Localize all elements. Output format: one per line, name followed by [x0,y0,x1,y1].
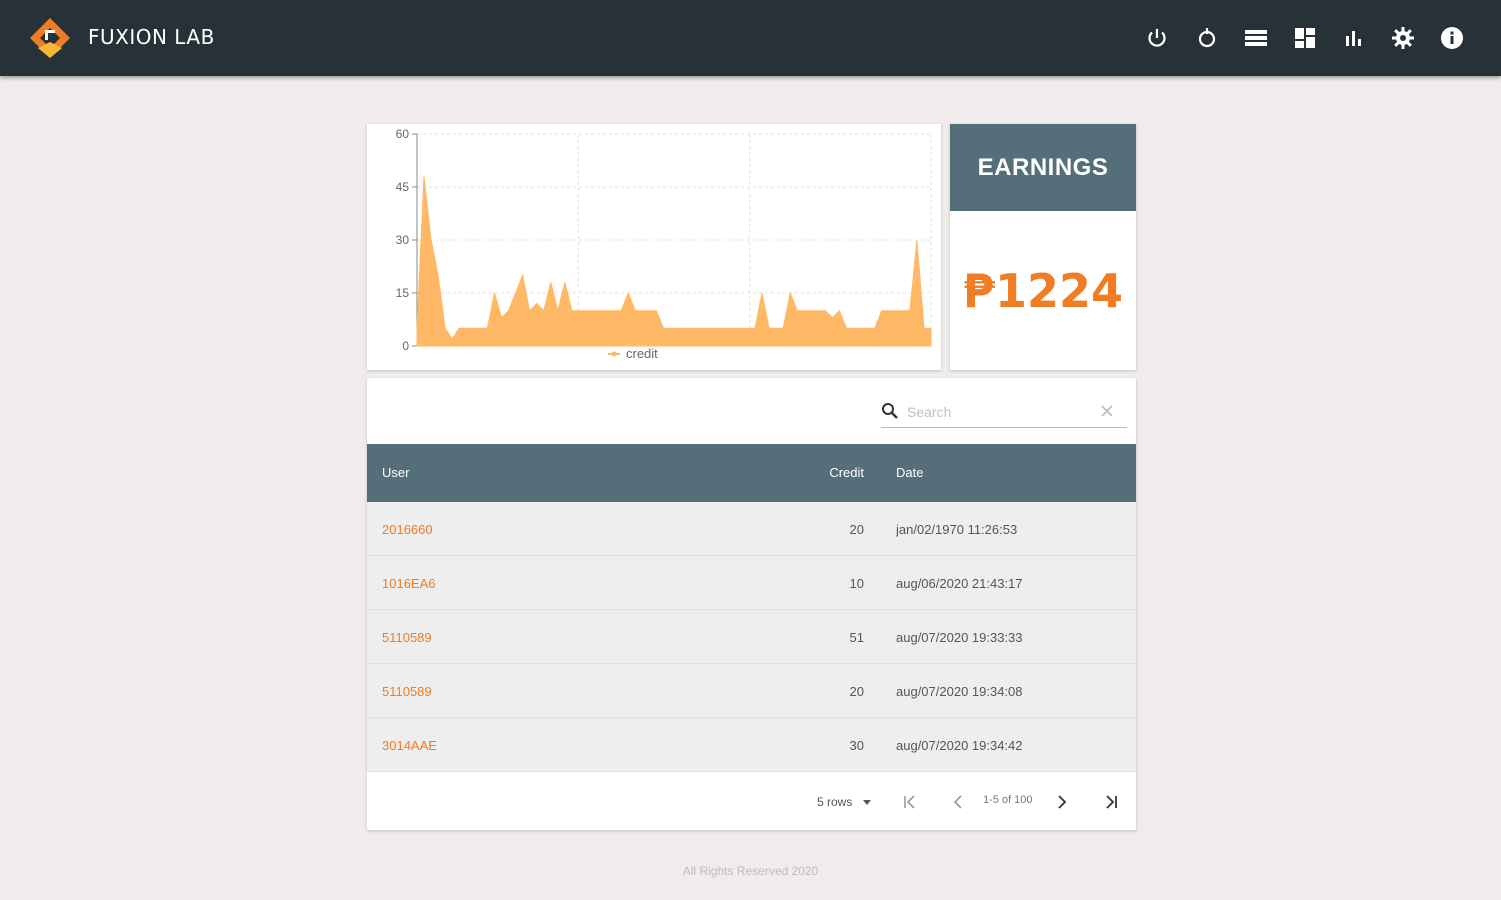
pagination-bar: 5 rows 1-5 of 100 [367,776,1136,830]
list-icon[interactable] [1244,26,1268,50]
y-tick-label: 15 [396,286,410,300]
first-page-icon[interactable] [899,791,921,813]
page-range: 1-5 of 100 [983,794,1033,806]
table-row: 5110589 51 aug/07/2020 19:33:33 [367,610,1136,664]
table-row: 3014AAE 30 aug/07/2020 19:34:42 [367,718,1136,772]
y-tick-label: 60 [396,127,410,141]
brand-name: FUXION LAB [88,25,215,49]
earnings-value: ₱1224 [962,263,1124,318]
y-tick-label: 45 [396,180,410,194]
search-icon [882,403,898,419]
credit-cell: 30 [849,738,864,753]
search-box [881,398,1127,428]
credit-cell: 51 [849,630,864,645]
date-cell: aug/07/2020 19:33:33 [896,630,1023,645]
clear-search-icon[interactable] [1099,403,1115,419]
user-link[interactable]: 5110589 [382,630,432,645]
user-link[interactable]: 5110589 [382,684,432,699]
date-cell: aug/07/2020 19:34:08 [896,684,1023,699]
bar-chart-icon[interactable] [1342,26,1366,50]
date-cell: aug/07/2020 19:34:42 [896,738,1023,753]
date-cell: jan/02/1970 11:26:53 [896,522,1018,537]
user-link[interactable]: 1016EA6 [382,576,436,591]
earnings-title: EARNINGS [950,124,1136,211]
column-header-user[interactable]: User [382,465,409,480]
credit-chart-card: 0 15 30 45 60 credit [367,124,941,370]
y-tick-label: 30 [396,233,410,247]
app-bar: FUXION LAB [0,0,1501,76]
earnings-card: EARNINGS ₱1224 [950,124,1136,370]
credit-area-chart: 0 15 30 45 60 credit [396,127,932,361]
table-row: 2016660 20 jan/02/1970 11:26:53 [367,502,1136,556]
credit-cell: 10 [849,576,864,591]
fuxion-logo-icon[interactable] [28,16,72,60]
rows-per-page-select[interactable]: 5 rows [817,792,872,812]
previous-page-icon[interactable] [947,791,969,813]
user-link[interactable]: 2016660 [382,522,433,537]
rows-per-page-label: 5 rows [817,795,853,809]
credit-cell: 20 [849,684,864,699]
credit-cell: 20 [849,522,864,537]
settings-icon[interactable] [1391,26,1415,50]
y-tick-label: 0 [402,339,409,353]
next-page-icon[interactable] [1051,791,1073,813]
legend-label-credit: credit [626,346,658,361]
caret-down-icon [863,800,872,805]
table-header: User Credit Date [367,444,1136,502]
column-header-date[interactable]: Date [896,465,923,480]
power-icon[interactable] [1145,26,1169,50]
table-row: 1016EA6 10 aug/06/2020 21:43:17 [367,556,1136,610]
table-row: 5110589 20 aug/07/2020 19:34:08 [367,664,1136,718]
timer-icon[interactable] [1195,26,1219,50]
dashboard-icon[interactable] [1293,26,1317,50]
transactions-table-card: User Credit Date 2016660 20 jan/02/1970 … [367,378,1136,830]
search-input[interactable] [907,400,1087,424]
last-page-icon[interactable] [1100,791,1122,813]
legend-marker-dot [611,351,617,357]
user-link[interactable]: 3014AAE [382,738,437,753]
footer-copyright: All Rights Reserved 2020 [682,864,819,878]
date-cell: aug/06/2020 21:43:17 [896,576,1023,591]
info-icon[interactable] [1440,26,1464,50]
column-header-credit[interactable]: Credit [829,465,864,480]
credit-series-area [416,176,932,347]
